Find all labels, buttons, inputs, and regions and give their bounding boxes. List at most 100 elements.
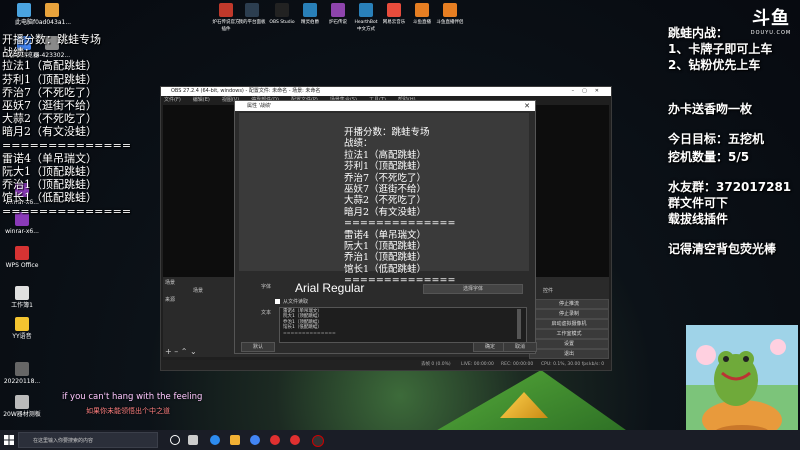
overlay-line: 馆长1（低配跳蛙） [2, 191, 97, 205]
preview-line: ============== [344, 218, 456, 230]
task-view-icon[interactable] [188, 435, 198, 445]
status-kbs: kb/s: 0 [589, 362, 605, 367]
edge-icon[interactable] [210, 435, 220, 445]
checkbox-box[interactable] [275, 299, 280, 304]
status-dropped: 丢帧 0 (0.0%) [421, 362, 451, 367]
read-from-file-checkbox[interactable]: 从文件读取 [275, 298, 308, 305]
overlay-line: 乔治7（不死吃了） [2, 85, 97, 99]
app-icon[interactable] [290, 435, 300, 445]
overlay-line: 载拔线插件 [668, 212, 729, 226]
control-button[interactable]: 设置 [529, 339, 609, 349]
desktop-icon[interactable]: WPS Office [0, 246, 44, 269]
overlay-line: 2、钻粉优先上车 [668, 58, 761, 72]
overlay-line: 拉法1（高配跳蛙） [2, 59, 97, 73]
overlay-line: 阮大1（顶配跳蛙） [2, 165, 97, 179]
desktop-icon-label: 炉石传说官方插件 [212, 20, 240, 32]
preview-line: 乔治7（不死吃了） [344, 172, 427, 184]
overlay-line: 记得清空背包荧光棒 [668, 242, 777, 256]
obs-taskbar-icon[interactable] [312, 435, 324, 447]
chrome-icon[interactable] [250, 435, 260, 445]
desktop-icon-label: YY语音 [12, 333, 32, 340]
overlay-line: 战绩： [2, 46, 35, 60]
ok-button[interactable]: 确定 [473, 342, 507, 352]
text-input[interactable]: 雷诺4（单吊瑞文） 阮大1（顶配跳蛙） 乔治1（顶配跳蛙） 馆长1（低配跳蛙） ====… [279, 307, 527, 343]
preview-line: 雷诺4（单吊瑞文） [344, 229, 427, 241]
douyu-logo-sub: DOUYU.COM [750, 30, 792, 36]
menu-item[interactable]: 文件(F) [164, 97, 181, 103]
app-icon [303, 3, 317, 17]
app-icon [15, 395, 29, 409]
app-icon [17, 3, 31, 17]
overlay-line: 办卡送香吻一枚 [668, 102, 753, 116]
overlay-line: 巫妖7（逛街不给） [2, 99, 97, 113]
desktop-icon-label: OBS Studio [269, 20, 295, 25]
windows-start-icon[interactable] [4, 435, 14, 445]
desktop-icon[interactable]: 炉石传说官方插件 [212, 3, 240, 33]
file-explorer-icon[interactable] [230, 435, 240, 445]
select-font-button[interactable]: 选择字体 [423, 284, 523, 294]
app-icon [387, 3, 401, 17]
checkbox-label: 从文件读取 [283, 299, 309, 305]
scenes-panel-header: 场景 [193, 288, 204, 294]
desktop-icon[interactable]: 炉石传说 [324, 3, 352, 26]
close-icon[interactable]: ✕ [524, 101, 530, 111]
cortana-icon[interactable] [170, 435, 180, 445]
desktop-icon[interactable]: 斗鱼直播 [408, 3, 436, 26]
dialog-title: 属性 '战绩' [247, 103, 272, 109]
window-controls[interactable]: –▢✕ [572, 87, 607, 96]
desktop-icon[interactable]: 精灵伯爵 [296, 3, 324, 26]
windows-taskbar: 在这里输入你要搜索的内容 [0, 430, 800, 450]
overlay-line: 跳蛙内战： [668, 26, 729, 40]
desktop-icon[interactable]: 工作簿1 [0, 286, 44, 309]
app-icon [359, 3, 373, 17]
desktop-icon[interactable]: f0ad043a1... [30, 3, 74, 26]
dialog-titlebar[interactable]: 属性 '战绩' ✕ [235, 101, 535, 111]
status-rec: REC: 00:00:00 [501, 362, 534, 367]
text-scrollbar[interactable] [517, 309, 521, 339]
overlay-line: 今日目标：五挖机 [668, 132, 765, 146]
desktop-icon[interactable]: HearthBot 中文方式 [352, 3, 380, 33]
text-line: ============== [283, 330, 336, 336]
app-icon [415, 3, 429, 17]
cancel-button[interactable]: 取消 [503, 342, 537, 352]
control-button[interactable]: 启动虚拟摄像机 [529, 319, 609, 329]
desktop-icon-label: HearthBot 中文方式 [354, 20, 378, 32]
desktop-icon-label: winrar-x6... [5, 228, 39, 235]
desktop-icon[interactable]: 20220118... [0, 362, 44, 385]
overlay-line: ============== [2, 204, 132, 218]
obs-title: OBS 27.2.4 (64-bit, windows) - 配置文件: 未命名… [171, 88, 321, 94]
desktop-icon[interactable]: 我的平台面板 [238, 3, 266, 26]
control-button[interactable]: 工作室模式 [529, 329, 609, 339]
preview-line: 馆长1（低配跳蛙） [344, 263, 427, 275]
scene-preview-label: 场景 [165, 280, 176, 286]
preview-line: 暗月2（有文没蛙） [344, 206, 427, 218]
overlay-line: 暗月2（有文没蛙） [2, 125, 97, 139]
text-label: 文本 [261, 310, 272, 316]
overlay-line: 水友群：372017281 [668, 180, 792, 194]
obs-titlebar[interactable]: OBS 27.2.4 (64-bit, windows) - 配置文件: 未命名… [161, 87, 611, 96]
control-button[interactable]: 停止录制 [529, 309, 609, 319]
sources-panel-header: 来源 [165, 297, 176, 303]
desktop-icon-label: WPS Office [5, 262, 39, 269]
desktop-icon[interactable]: YY语音 [0, 317, 44, 340]
text-properties-dialog[interactable]: 属性 '战绩' ✕ 开播分数：跳蛙专场 战绩： 拉法1（高配跳蛙） 芬利1（顶配跳蛙）… [234, 100, 537, 354]
desktop-icon[interactable]: OBS Studio [268, 3, 296, 26]
preview-line: 开播分数：跳蛙专场 [344, 127, 430, 138]
desktop-icon-label: 炉石传说 [329, 20, 347, 25]
control-button[interactable]: 退出 [529, 349, 609, 359]
desktop-icon[interactable]: 网易云音乐 [380, 3, 408, 26]
desktop-icon[interactable]: 斗鱼直播伴侣 [436, 3, 464, 26]
desktop-icon[interactable]: 20W器材测板 [0, 395, 44, 418]
control-button[interactable]: 停止推流 [529, 299, 609, 309]
preview-line: 巫妖7（逛街不给） [344, 184, 427, 196]
menu-item[interactable]: 编辑(E) [193, 97, 210, 103]
defaults-button[interactable]: 默认 [241, 342, 275, 352]
taskbar-search-input[interactable]: 在这里输入你要搜索的内容 [18, 432, 158, 448]
desktop-icon-label: 工作簿1 [11, 302, 33, 309]
desktop-icon-label: 精灵伯爵 [301, 20, 319, 25]
netease-music-icon[interactable] [270, 435, 280, 445]
stream-overlay-left: 开播分数：跳蛙专场 战绩： 拉法1（高配跳蛙） 芬利1（顶配跳蛙） 乔治7（不死吃了）巫… [2, 33, 131, 218]
preview-text: 开播分数：跳蛙专场 战绩： 拉法1（高配跳蛙） 芬利1（顶配跳蛙） 乔治7（不死吃了）巫… [344, 127, 455, 287]
app-icon [245, 3, 259, 17]
scene-list-controls[interactable]: + – ⌃ ⌄ [165, 347, 197, 356]
